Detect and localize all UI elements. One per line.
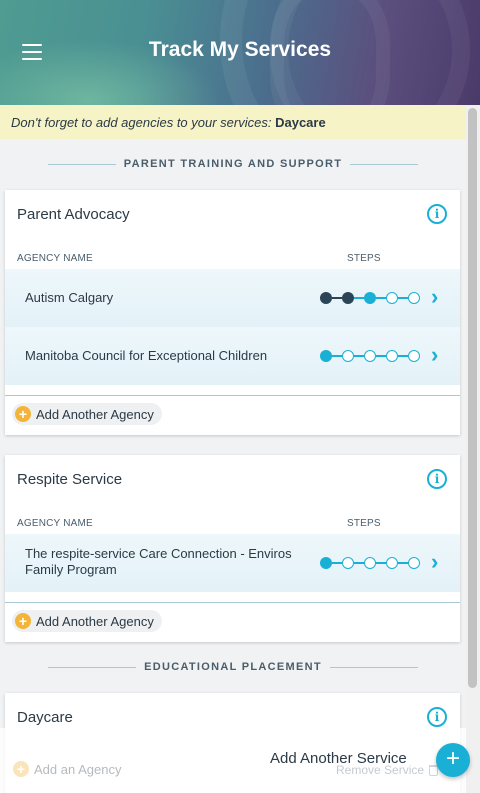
step-dot: [408, 557, 420, 569]
step-dot: [320, 292, 332, 304]
step-progress: [320, 557, 420, 569]
chevron-right-icon[interactable]: ›: [431, 286, 445, 308]
service-card-respite-service: Respite Service i AGENCY NAME STEPS The …: [5, 455, 460, 642]
section-heading: EDUCATIONAL PLACEMENT: [48, 660, 418, 674]
add-an-agency-button[interactable]: + Add an Agency: [13, 761, 121, 777]
reminder-service[interactable]: Daycare: [275, 115, 326, 130]
add-agency-button[interactable]: + Add Another Agency: [12, 610, 162, 632]
step-dot: [320, 557, 332, 569]
reminder-text: Don't forget to add agencies to your ser…: [11, 115, 272, 130]
add-an-agency-label: Add an Agency: [34, 761, 122, 777]
step-progress: [320, 350, 420, 362]
agency-name: Manitoba Council for Exceptional Childre…: [25, 348, 268, 363]
step-dot: [386, 557, 398, 569]
divider: [5, 395, 460, 396]
step-dot: [320, 350, 332, 362]
reminder-banner: Don't forget to add agencies to your ser…: [0, 105, 466, 139]
service-card-parent-advocacy: Parent Advocacy i AGENCY NAME STEPS Auti…: [5, 190, 460, 435]
step-dot: [364, 292, 376, 304]
agency-name: Autism Calgary: [25, 290, 114, 305]
step-dot: [408, 350, 420, 362]
add-another-service-label[interactable]: Add Another Service: [270, 750, 407, 767]
scrollbar-thumb[interactable]: [468, 108, 477, 688]
steps-column-header: STEPS: [347, 253, 381, 264]
plus-icon: +: [15, 406, 31, 422]
service-title: Respite Service: [17, 471, 123, 488]
info-icon[interactable]: i: [427, 707, 447, 727]
section-heading: PARENT TRAINING AND SUPPORT: [48, 157, 418, 171]
step-progress: [320, 292, 420, 304]
agency-name-column-header: AGENCY NAME: [17, 518, 93, 529]
info-icon[interactable]: i: [427, 469, 447, 489]
page-title: Track My Services: [148, 38, 332, 61]
step-dot: [386, 350, 398, 362]
agency-name: The respite-service Care Connection - En…: [25, 546, 292, 577]
info-icon[interactable]: i: [427, 204, 447, 224]
step-dot: [386, 292, 398, 304]
plus-icon: +: [445, 745, 460, 772]
add-service-fab[interactable]: +: [436, 743, 470, 777]
chevron-right-icon[interactable]: ›: [431, 551, 445, 573]
agency-row[interactable]: Manitoba Council for Exceptional Childre…: [5, 327, 460, 385]
step-dot: [342, 350, 354, 362]
service-title: Daycare: [17, 709, 73, 726]
step-dot: [408, 292, 420, 304]
steps-column-header: STEPS: [347, 518, 381, 529]
plus-icon: +: [15, 613, 31, 629]
chevron-right-icon[interactable]: ›: [431, 344, 445, 366]
app-header: Track My Services: [0, 0, 480, 105]
step-dot: [364, 350, 376, 362]
agency-name-column-header: AGENCY NAME: [17, 253, 93, 264]
step-dot: [342, 292, 354, 304]
service-title: Parent Advocacy: [17, 206, 130, 223]
agency-row[interactable]: The respite-service Care Connection - En…: [5, 534, 460, 592]
divider: [5, 602, 460, 603]
add-agency-label: Add Another Agency: [36, 406, 154, 422]
agency-row[interactable]: Autism Calgary ›: [5, 269, 460, 327]
add-agency-label: Add Another Agency: [36, 613, 154, 629]
add-agency-button[interactable]: + Add Another Agency: [12, 403, 162, 425]
step-dot: [364, 557, 376, 569]
plus-icon: +: [13, 761, 29, 777]
step-dot: [342, 557, 354, 569]
